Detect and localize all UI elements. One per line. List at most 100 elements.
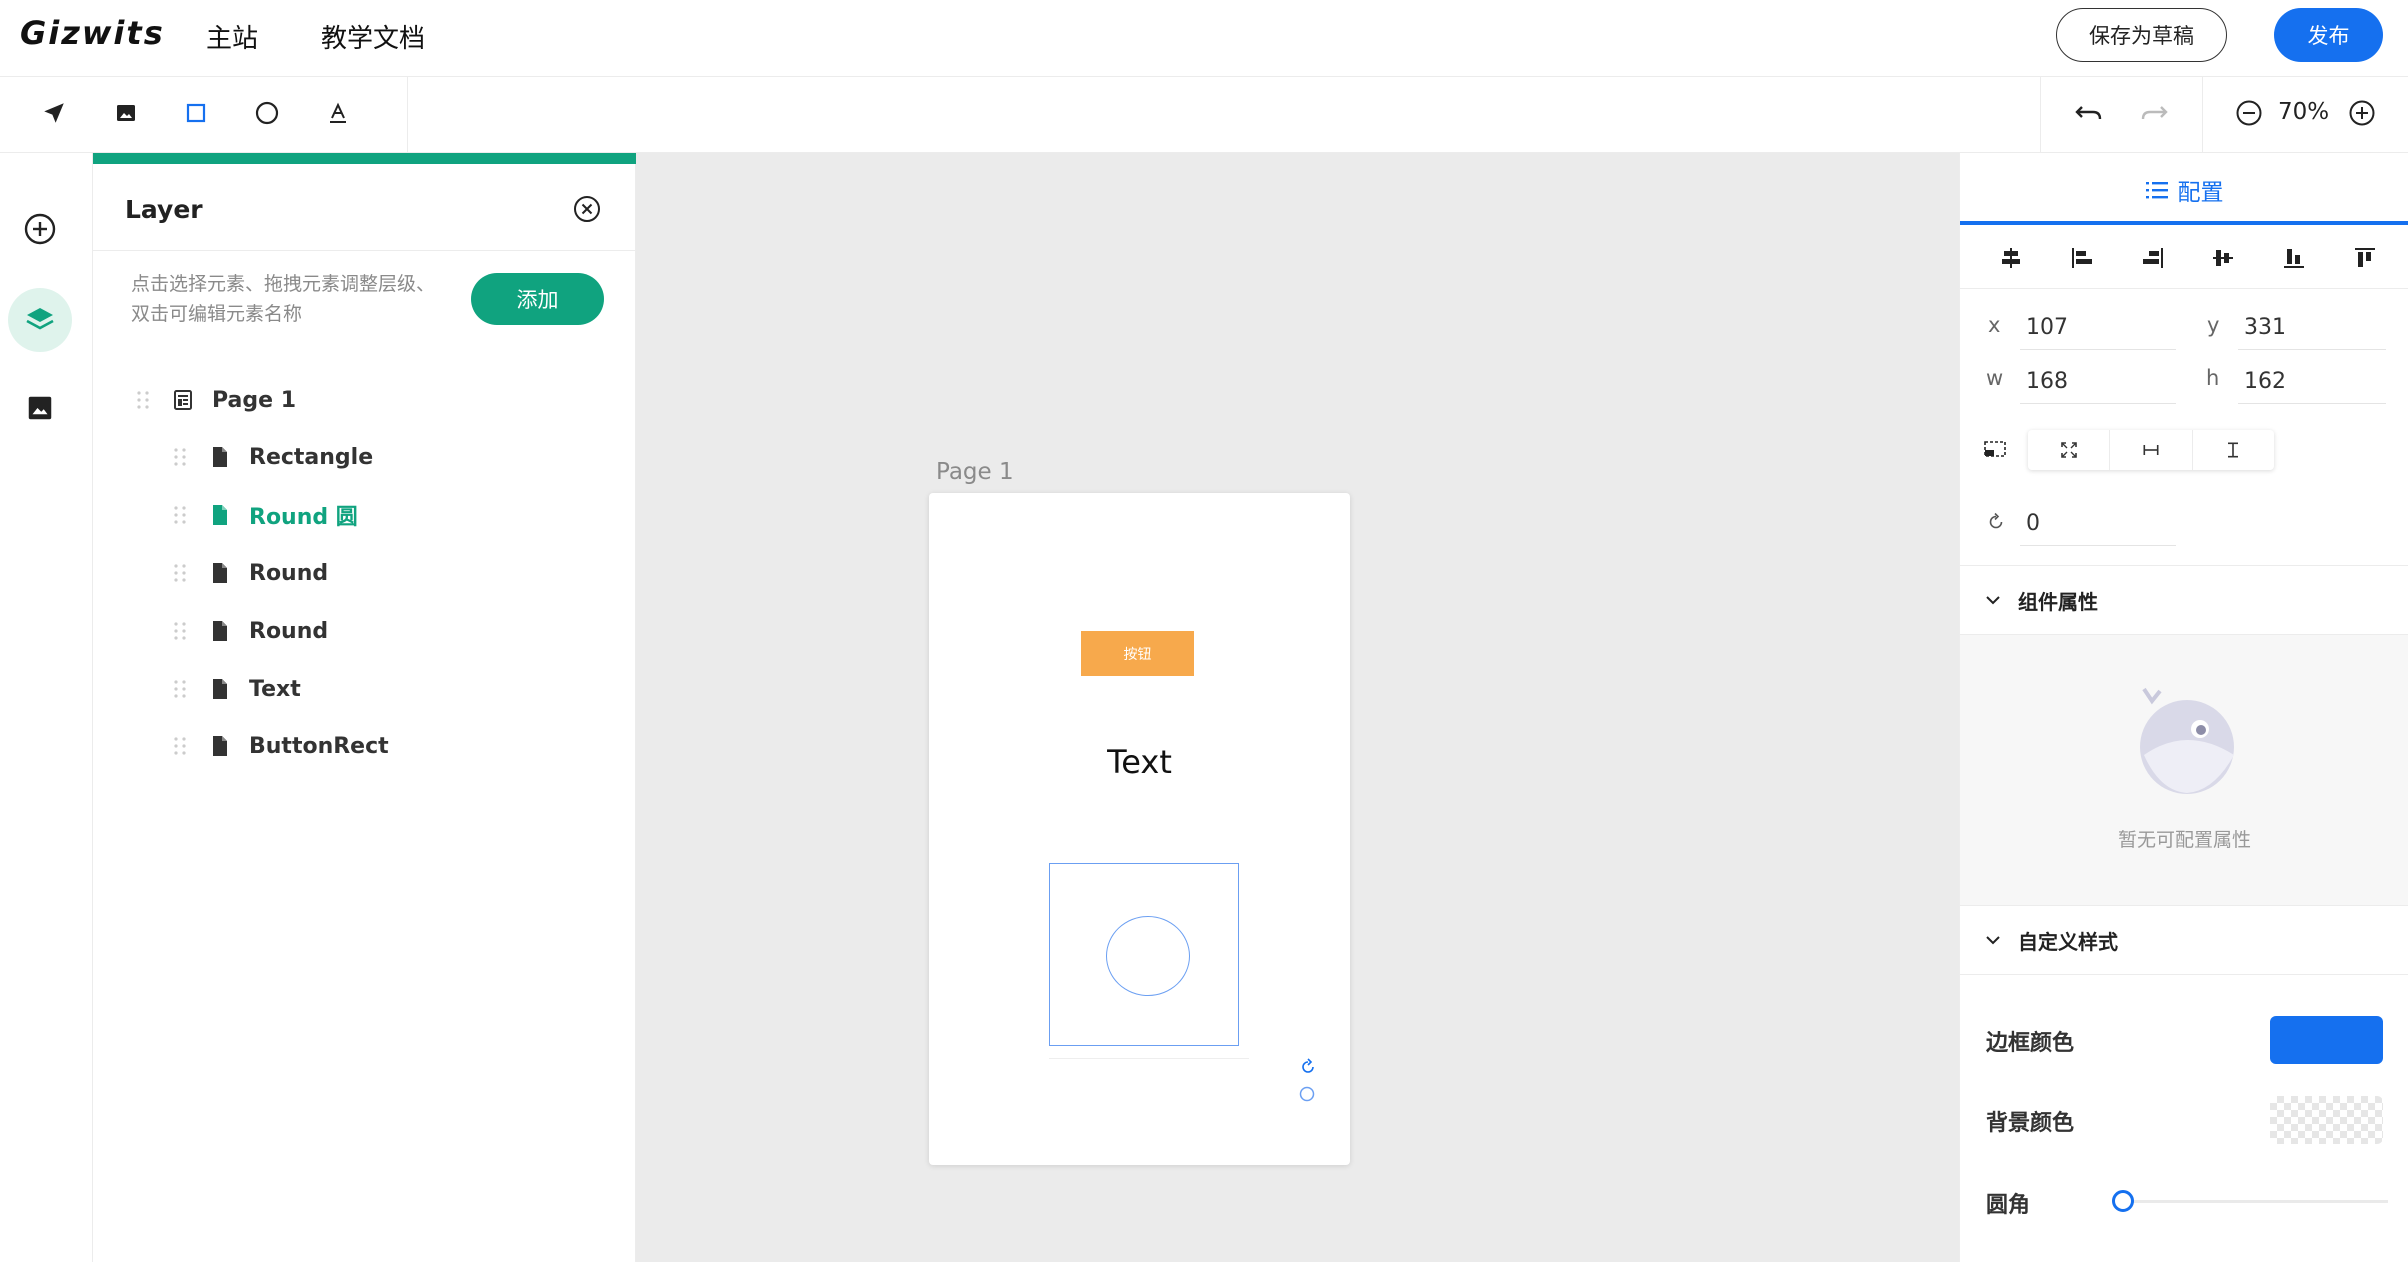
empty-props-area: 暂无可配置属性 <box>1960 635 2408 905</box>
tab-config[interactable]: 配置 <box>1960 153 2408 227</box>
guide-line <box>1049 1058 1249 1059</box>
align-top-icon <box>2353 246 2377 270</box>
layer-item-round-selected[interactable]: Round 圆 <box>173 495 358 535</box>
layer-item-round[interactable]: Round <box>173 553 328 593</box>
align-bottom-icon <box>2282 246 2306 270</box>
resize-handle-icon[interactable] <box>1298 1085 1316 1103</box>
publish-button[interactable]: 发布 <box>2274 8 2383 62</box>
add-component-button[interactable] <box>8 197 72 261</box>
image-tool[interactable] <box>104 91 148 135</box>
image-icon <box>25 393 55 423</box>
layer-item-round[interactable]: Round <box>173 611 328 651</box>
x-input[interactable] <box>2020 306 2176 350</box>
width-input[interactable] <box>2020 360 2176 404</box>
size-mode-group <box>2028 430 2274 470</box>
border-color-swatch[interactable] <box>2270 1016 2383 1064</box>
drag-handle-icon[interactable] <box>173 446 187 468</box>
align-left-icon <box>2070 246 2094 270</box>
text-tool[interactable] <box>316 91 360 135</box>
selection-box[interactable] <box>1049 863 1239 1046</box>
fill-height-button[interactable] <box>2193 430 2274 470</box>
border-color-label: 边框颜色 <box>1986 1031 2075 1056</box>
drag-handle-icon[interactable] <box>136 389 150 411</box>
drag-handle-icon[interactable] <box>173 504 187 526</box>
design-canvas[interactable]: Page 1 按钮 Text <box>636 153 1959 1262</box>
fit-content-button[interactable] <box>2028 430 2111 470</box>
background-color-label: 背景颜色 <box>1986 1111 2075 1136</box>
toolbar-divider <box>407 77 408 153</box>
active-tab-indicator <box>1960 221 2408 225</box>
x-label: x <box>1988 313 2001 337</box>
canvas-button-element[interactable]: 按钮 <box>1081 631 1194 676</box>
drag-handle-icon[interactable] <box>173 678 187 700</box>
file-icon <box>209 620 231 642</box>
section-title: 组件属性 <box>2018 589 2098 614</box>
layer-item-text[interactable]: Text <box>173 669 301 709</box>
brand-logo[interactable]: Gizwits <box>20 14 165 52</box>
component-props-section-header[interactable]: 组件属性 <box>1960 565 2408 635</box>
zoom-in-icon <box>2348 99 2376 127</box>
layer-item-label: Rectangle <box>249 444 374 470</box>
nav-link-tutorial-docs[interactable]: 教学文档 <box>321 18 425 55</box>
align-right-icon <box>2141 246 2165 270</box>
layers-button[interactable] <box>8 288 72 352</box>
canvas-round-element[interactable] <box>1106 916 1190 996</box>
layer-item-rectangle[interactable]: Rectangle <box>173 437 373 477</box>
align-left-button[interactable] <box>2065 241 2099 275</box>
rotate-handle-icon[interactable] <box>1298 1057 1318 1077</box>
zoom-in-button[interactable] <box>2340 91 2384 135</box>
alignment-toolbar <box>1960 227 2408 289</box>
toolbar-divider <box>2040 77 2041 153</box>
add-icon <box>23 212 57 246</box>
redo-icon <box>2139 101 2169 125</box>
corner-radius-slider-track[interactable] <box>2116 1200 2388 1203</box>
save-draft-button[interactable]: 保存为草稿 <box>2056 8 2227 62</box>
vertical-stretch-icon <box>2224 441 2242 459</box>
drag-handle-icon[interactable] <box>173 620 187 642</box>
rotate-icon <box>1986 512 2006 532</box>
horizontal-stretch-icon <box>2142 441 2160 459</box>
zoom-out-button[interactable] <box>2227 91 2271 135</box>
align-bottom-button[interactable] <box>2277 241 2311 275</box>
drag-handle-icon[interactable] <box>173 562 187 584</box>
empty-props-text: 暂无可配置属性 <box>2117 829 2251 851</box>
undo-button[interactable] <box>2067 91 2111 135</box>
layer-hint-text: 点击选择元素、拖拽元素调整层级、双击可编辑元素名称 <box>131 273 436 325</box>
rectangle-tool[interactable] <box>174 91 218 135</box>
tab-config-label: 配置 <box>2177 180 2224 206</box>
y-input[interactable] <box>2238 306 2386 350</box>
zoom-level: 70% <box>2278 99 2330 125</box>
height-input[interactable] <box>2238 360 2386 404</box>
align-vertical-center-button[interactable] <box>2206 241 2240 275</box>
corner-radius-label: 圆角 <box>1986 1193 2031 1218</box>
align-horizontal-center-button[interactable] <box>1994 241 2028 275</box>
drag-handle-icon[interactable] <box>173 735 187 757</box>
fill-width-button[interactable] <box>2110 430 2193 470</box>
add-layer-button[interactable]: 添加 <box>471 273 604 325</box>
circle-tool[interactable] <box>245 91 289 135</box>
w-label: w <box>1986 366 2004 390</box>
artboard-page-1[interactable]: 按钮 Text <box>929 493 1350 1165</box>
layer-item-label: Text <box>249 676 301 702</box>
align-vertical-center-icon <box>2211 246 2235 270</box>
align-right-button[interactable] <box>2136 241 2170 275</box>
align-top-button[interactable] <box>2348 241 2382 275</box>
redo-button[interactable] <box>2132 91 2176 135</box>
layer-item-buttonrect[interactable]: ButtonRect <box>173 726 389 766</box>
background-color-swatch[interactable] <box>2270 1096 2383 1144</box>
layer-item-label: Round 圆 <box>249 505 358 530</box>
image-library-button[interactable] <box>8 376 72 440</box>
tool-bar: 70% <box>0 77 2408 153</box>
file-icon <box>209 735 231 757</box>
layer-item-page-1[interactable]: Page 1 <box>136 380 296 420</box>
canvas-text-element[interactable]: Text <box>929 743 1350 781</box>
corner-radius-slider-handle[interactable] <box>2112 1190 2134 1212</box>
config-panel: 配置 x 107 y 331 w 168 h 162 0 组件属性 暂无可配置属… <box>1959 153 2408 1262</box>
nav-link-main-site[interactable]: 主站 <box>206 18 258 55</box>
toolbar-divider <box>2202 77 2203 153</box>
close-layer-panel-button[interactable] <box>571 193 603 225</box>
layer-item-label: Round <box>249 618 329 644</box>
navigate-tool[interactable] <box>32 91 76 135</box>
rotation-input[interactable] <box>2020 502 2176 546</box>
custom-style-section-header[interactable]: 自定义样式 <box>1960 905 2408 975</box>
